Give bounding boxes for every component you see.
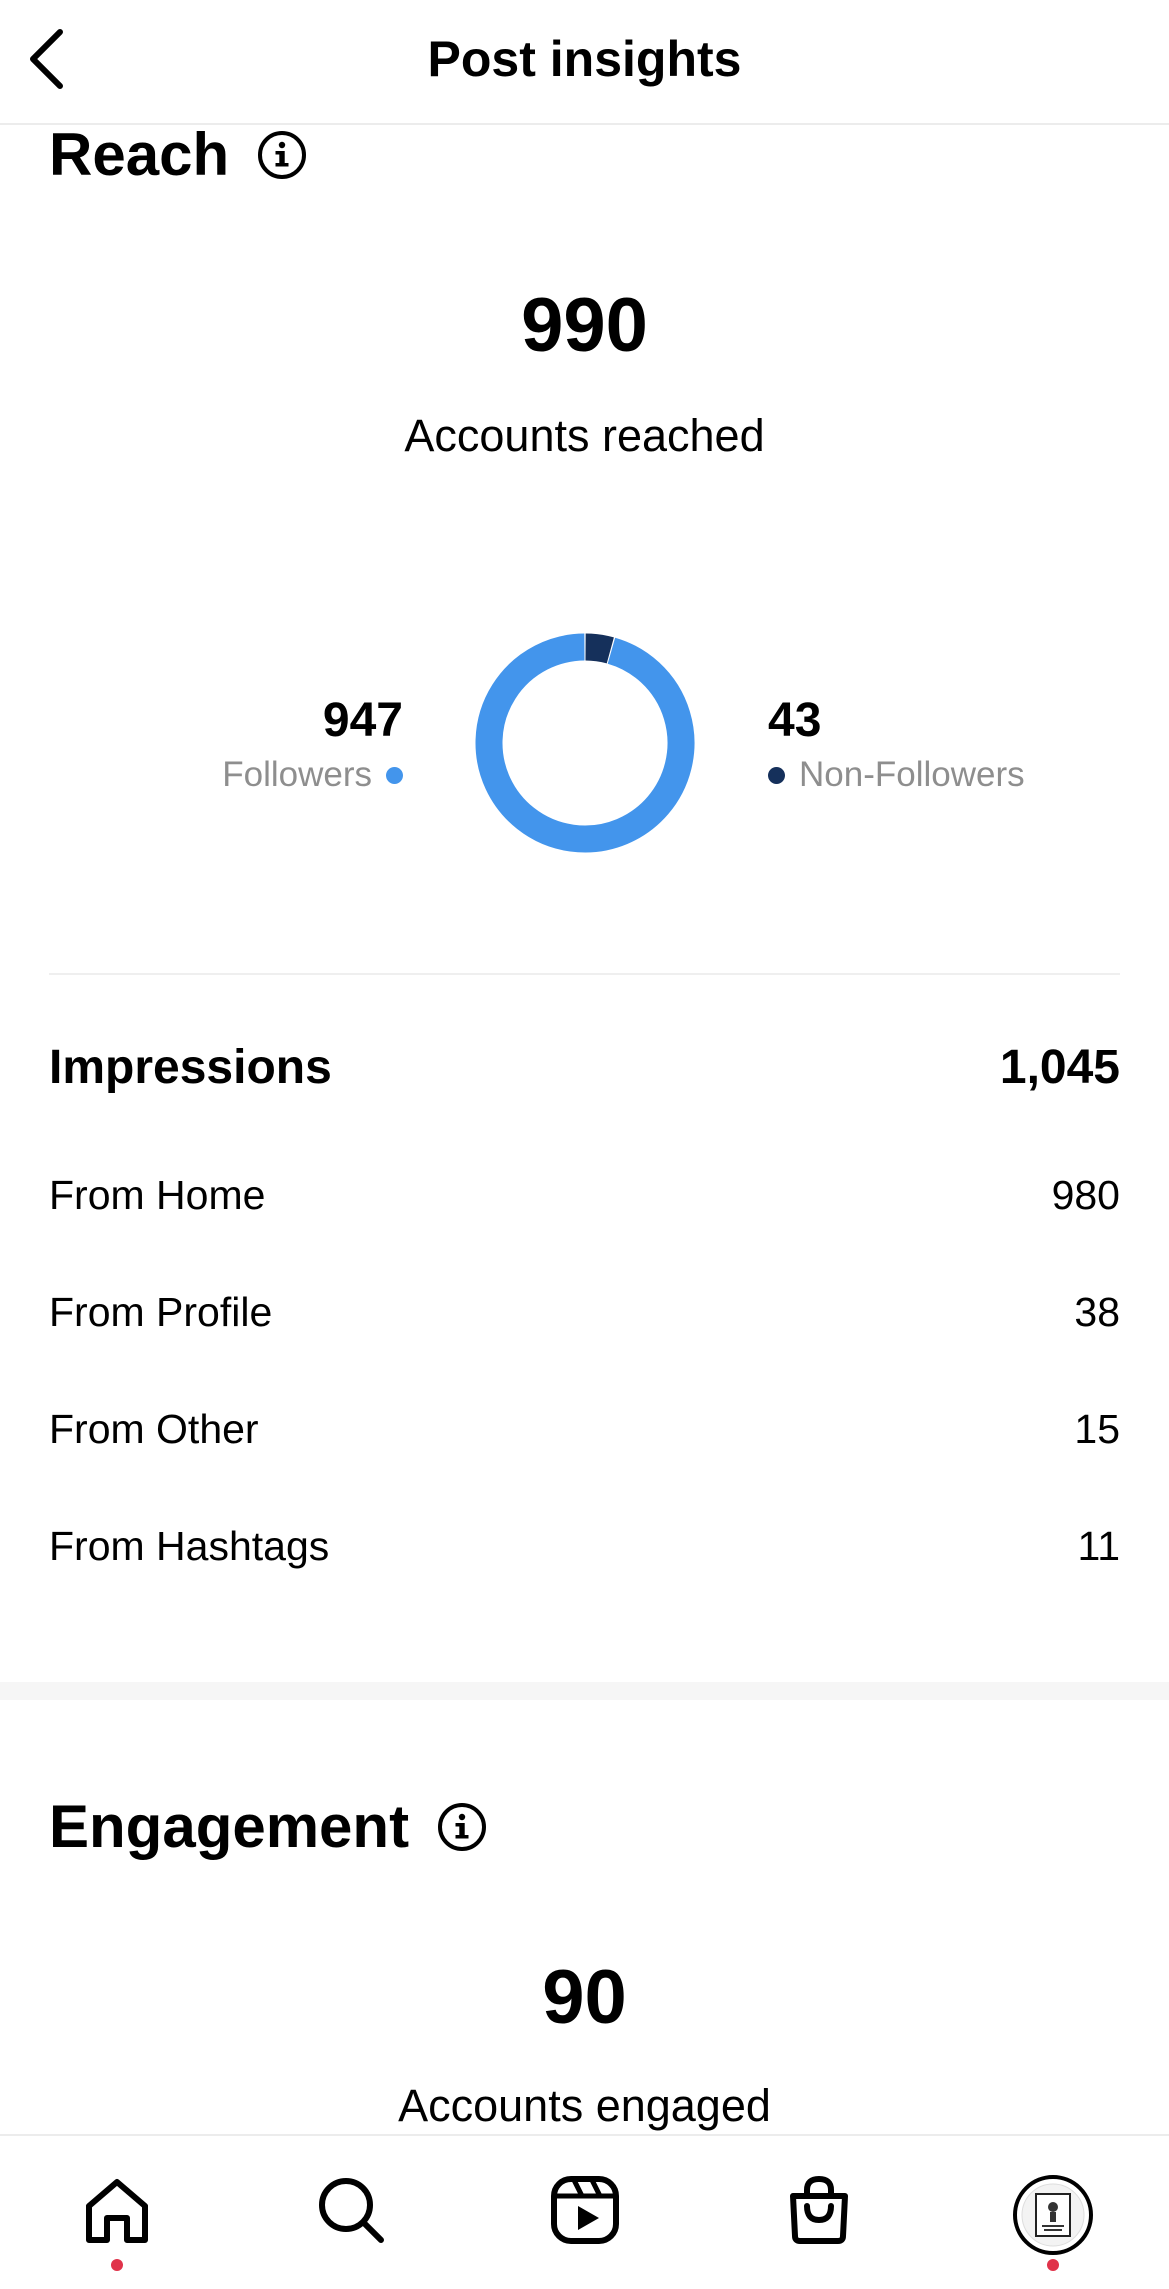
- reach-donut-chart: [475, 633, 695, 853]
- non-followers-legend-dot: [768, 766, 785, 784]
- engagement-section-title: Engagement: [49, 1792, 487, 1861]
- source-label: From Home: [49, 1172, 266, 1218]
- non-followers-label: Non-Followers: [799, 755, 1025, 794]
- impression-source-row: From Hashtags 11: [49, 1523, 1120, 1570]
- non-followers-count: 43: [768, 694, 822, 747]
- info-icon[interactable]: [437, 1802, 487, 1852]
- impressions-row: Impressions 1,045: [49, 1040, 1120, 1095]
- notification-dot: [1047, 2259, 1059, 2271]
- home-icon: [86, 2179, 148, 2243]
- source-label: From Other: [49, 1406, 259, 1452]
- source-value: 15: [1074, 1406, 1120, 1452]
- shop-bag-icon: [790, 2175, 848, 2244]
- accounts-reached-label: Accounts reached: [404, 410, 765, 461]
- impression-source-row: From Other 15: [49, 1406, 1120, 1453]
- followers-count: 947: [322, 694, 403, 747]
- info-icon[interactable]: [257, 130, 307, 180]
- followers-label: Followers: [222, 755, 372, 794]
- source-value: 11: [1077, 1523, 1120, 1569]
- nav-home[interactable]: [57, 2136, 177, 2289]
- donut-slice-non-followers: [585, 633, 614, 664]
- accounts-engaged-count: 90: [542, 1955, 627, 2040]
- followers-legend: 947 Followers: [222, 693, 403, 795]
- profile-avatar: [1013, 2175, 1093, 2255]
- nav-shop[interactable]: [759, 2136, 879, 2289]
- engagement-title-text: Engagement: [49, 1793, 410, 1860]
- non-followers-legend: 43 Non-Followers: [768, 693, 1025, 795]
- nav-reels[interactable]: [525, 2136, 645, 2289]
- reels-icon: [551, 2176, 619, 2244]
- source-label: From Hashtags: [49, 1523, 330, 1569]
- search-icon: [319, 2178, 384, 2243]
- bottom-navigation: [0, 2134, 1169, 2289]
- impressions-value: 1,045: [999, 1041, 1120, 1094]
- source-label: From Profile: [49, 1289, 273, 1335]
- nav-profile[interactable]: [993, 2136, 1113, 2289]
- accounts-engaged-label: Accounts engaged: [398, 2080, 771, 2131]
- accounts-reached-count: 990: [521, 283, 648, 368]
- section-separator: [0, 1682, 1169, 1700]
- impression-source-row: From Profile 38: [49, 1289, 1120, 1336]
- donut-slice-followers: [475, 633, 695, 853]
- impression-source-row: From Home 980: [49, 1172, 1120, 1219]
- impressions-label: Impressions: [49, 1041, 332, 1094]
- reach-title-text: Reach: [49, 121, 230, 188]
- notification-dot: [111, 2259, 123, 2271]
- nav-search[interactable]: [291, 2136, 411, 2289]
- top-bar: Post insights: [0, 0, 1169, 125]
- page-title: Post insights: [427, 31, 742, 87]
- divider: [49, 973, 1120, 975]
- source-value: 980: [1051, 1172, 1120, 1218]
- source-value: 38: [1074, 1289, 1120, 1335]
- followers-legend-dot: [386, 766, 403, 784]
- reach-section-title: Reach: [49, 120, 307, 189]
